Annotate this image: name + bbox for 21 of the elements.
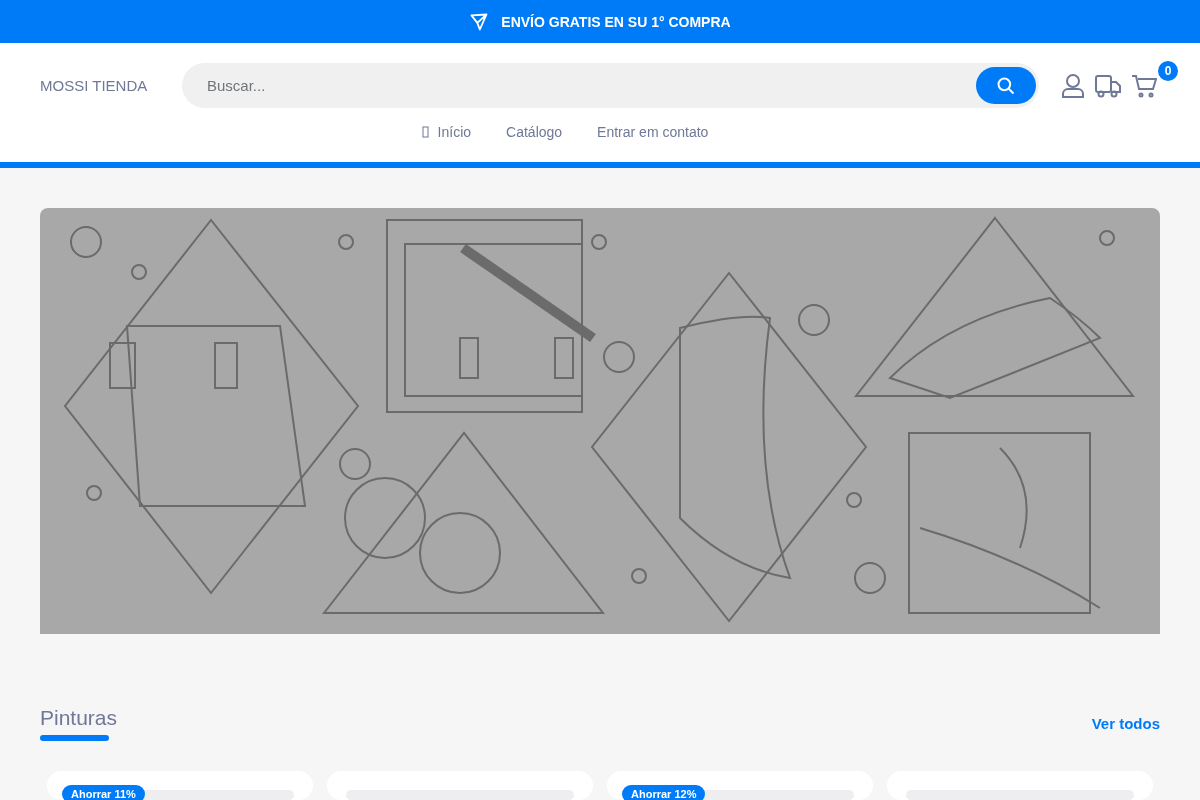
discount-badge: Ahorrar 11% <box>62 785 145 800</box>
cart-button[interactable] <box>1131 72 1157 99</box>
product-card[interactable]: Ahorrar 11% <box>47 771 313 800</box>
truck-icon[interactable] <box>1095 73 1121 98</box>
cart-count: 0 <box>1158 60 1178 81</box>
user-icon[interactable] <box>1061 72 1085 99</box>
section-title: Pinturas <box>40 706 118 730</box>
see-all-link[interactable]: Ver todos <box>1091 715 1160 732</box>
title-underline <box>40 735 109 741</box>
search-field[interactable]: Buscar... <box>182 63 1039 108</box>
promo-text: ENVÍO GRATIS EN SU 1° COMPRA <box>501 13 731 30</box>
product-card[interactable]: Ahorrar 12% <box>607 771 873 800</box>
search-icon <box>996 75 1016 96</box>
discount-badge: Ahorrar 12% <box>622 785 706 800</box>
nav-link[interactable]: Início <box>421 124 472 140</box>
paper-plane-icon <box>469 11 490 32</box>
search-button[interactable] <box>976 67 1036 104</box>
nav-link[interactable]: Catálogo <box>506 124 563 140</box>
nav-link[interactable]: Entrar em contato <box>597 124 709 140</box>
store-logo[interactable]: MOSSI TIENDA <box>40 77 148 94</box>
home-icon <box>421 126 430 138</box>
